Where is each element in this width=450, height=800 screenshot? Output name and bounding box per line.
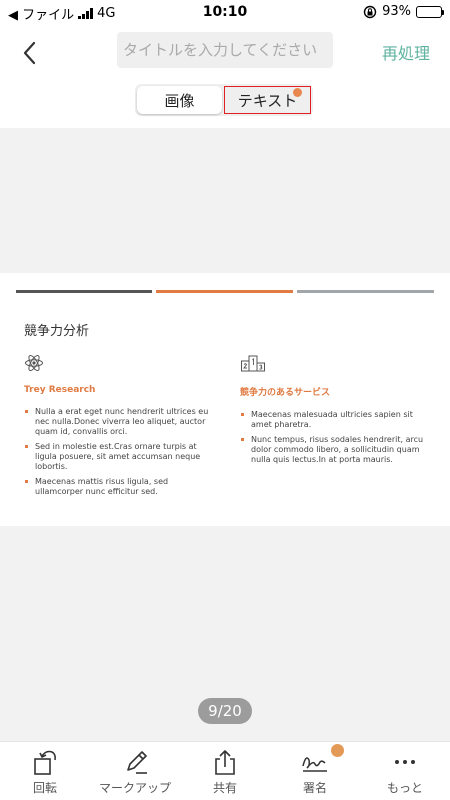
markup-label: マークアップ [98, 781, 171, 795]
accent-bar-dark [16, 290, 152, 293]
page-title: 競争力分析 [24, 324, 90, 339]
column-heading: 競争力のあるサービス [240, 388, 331, 398]
list-item: Maecenas mattis risus ligula, sed ullamc… [24, 477, 214, 497]
accent-bar-gray [297, 290, 434, 293]
list-item: Maecenas malesuada ultricies sapien sit … [240, 410, 430, 430]
status-right: 93% [363, 4, 444, 19]
tab-image-label: 画像 [164, 91, 195, 110]
signature-label: 署名 [302, 781, 327, 795]
back-button[interactable] [16, 38, 46, 68]
accent-bars [16, 290, 434, 293]
column-trey-research: Trey Research Nulla a erat eget nunc hen… [24, 353, 214, 502]
more-label: もっと [386, 781, 423, 795]
share-icon [215, 750, 235, 775]
rotate-icon [34, 750, 56, 775]
status-bar: ◀ ファイル 4G 10:10 93% [0, 0, 450, 26]
title-input[interactable] [117, 32, 333, 68]
accent-bar-orange [156, 290, 293, 293]
list-item: Nunc tempus, risus sodales hendrerit, ar… [240, 435, 430, 465]
notification-dot [293, 88, 302, 97]
rotation-lock-icon [363, 5, 377, 18]
battery-percent: 93% [382, 4, 411, 19]
rotate-button[interactable]: 回転 [0, 742, 90, 800]
more-icon [395, 760, 415, 764]
page-indicator: 9/20 [198, 698, 252, 724]
view-mode-toggle: 画像 テキスト [135, 84, 313, 116]
battery-icon [416, 5, 444, 18]
atom-icon [25, 354, 43, 372]
column-competitive-services: 競争力のあるサービス Maecenas malesuada ultricies … [240, 353, 430, 470]
signature-button[interactable]: 署名 [270, 742, 360, 800]
chevron-left-icon [23, 41, 36, 65]
premium-crown-icon [331, 744, 344, 757]
nav-bar: 再処理 画像 テキスト [0, 26, 450, 128]
tab-text[interactable]: テキスト [224, 86, 311, 114]
reprocess-button[interactable]: 再処理 [382, 40, 430, 64]
bullet-list: Maecenas malesuada ultricies sapien sit … [240, 410, 430, 465]
signature-icon [302, 757, 327, 772]
tab-text-label: テキスト [237, 91, 298, 110]
rotate-label: 回転 [32, 781, 57, 795]
more-button[interactable]: もっと [360, 742, 450, 800]
bottom-toolbar: 回転 マークアップ 共有 署名 もっと [0, 741, 450, 800]
bullet-list: Nulla a erat eget nunc hendrerit ultrice… [24, 407, 214, 497]
column-heading: Trey Research [24, 385, 96, 395]
list-item: Nulla a erat eget nunc hendrerit ultrice… [24, 407, 214, 437]
share-button[interactable]: 共有 [180, 742, 270, 800]
pen-icon [127, 751, 147, 774]
document-page[interactable]: 競争力分析 Trey Research Nulla a erat eget nu… [0, 273, 450, 526]
share-label: 共有 [212, 781, 237, 795]
list-item: Sed in molestie est.Cras ornare turpis a… [24, 442, 214, 472]
markup-button[interactable]: マークアップ [90, 742, 180, 800]
tab-image[interactable]: 画像 [137, 86, 222, 114]
podium-icon [241, 355, 265, 372]
